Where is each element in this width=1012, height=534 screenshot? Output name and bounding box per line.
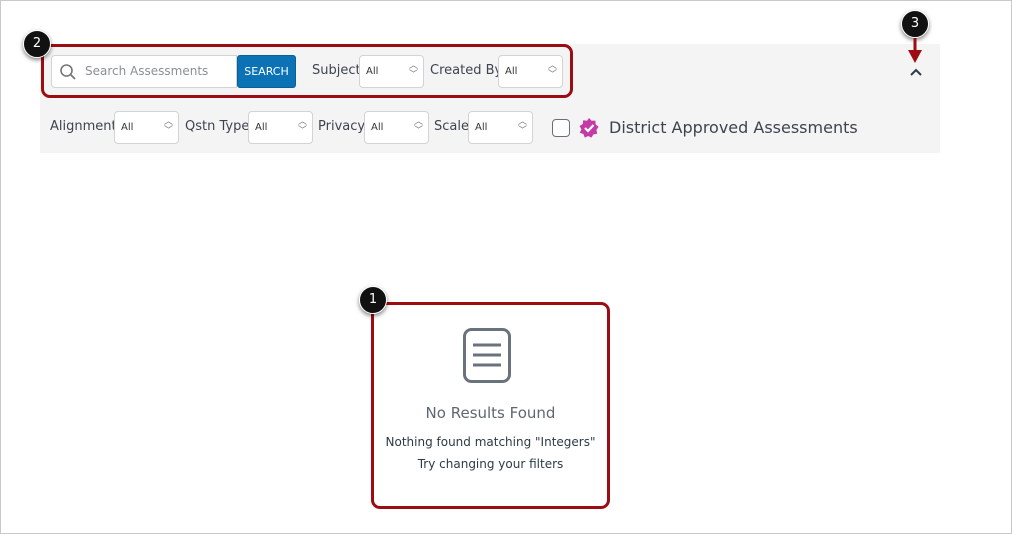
alignment-select[interactable]: All ︿ ﹀ xyxy=(114,111,179,144)
empty-state-title: No Results Found xyxy=(425,404,556,422)
empty-state-message: Nothing found matching "Integers" xyxy=(385,435,596,449)
verified-badge-icon xyxy=(579,118,599,138)
privacy-select[interactable]: All ︿ ﹀ xyxy=(364,111,429,144)
alignment-value: All xyxy=(121,122,134,133)
empty-state-hint: Try changing your filters xyxy=(417,457,564,471)
scale-value: All xyxy=(475,122,488,133)
alignment-label: Alignment xyxy=(50,119,117,134)
district-approved-checkbox[interactable] xyxy=(552,119,570,137)
qstn-type-select[interactable]: All ︿ ﹀ xyxy=(248,111,313,144)
callout-badge-2: 2 xyxy=(23,30,51,58)
scale-label: Scale xyxy=(434,119,469,134)
privacy-label: Privacy xyxy=(318,119,366,134)
callout-box-2 xyxy=(41,44,573,98)
chevron-updown-icon: ︿ ﹀ xyxy=(517,117,527,136)
scale-select[interactable]: All ︿ ﹀ xyxy=(468,111,533,144)
qstn-type-value: All xyxy=(255,122,268,133)
document-icon xyxy=(463,328,511,383)
qstn-type-label: Qstn Type xyxy=(185,119,250,134)
chevron-updown-icon: ︿ ﹀ xyxy=(163,117,173,136)
callout-badge-1: 1 xyxy=(359,286,387,314)
privacy-value: All xyxy=(371,122,384,133)
callout-badge-3: 3 xyxy=(901,10,929,38)
collapse-chevron-up-icon[interactable] xyxy=(909,67,923,77)
chevron-updown-icon: ︿ ﹀ xyxy=(297,117,307,136)
district-approved-label: District Approved Assessments xyxy=(609,118,858,137)
callout-arrow-icon xyxy=(908,38,922,63)
chevron-updown-icon: ︿ ﹀ xyxy=(413,117,423,136)
